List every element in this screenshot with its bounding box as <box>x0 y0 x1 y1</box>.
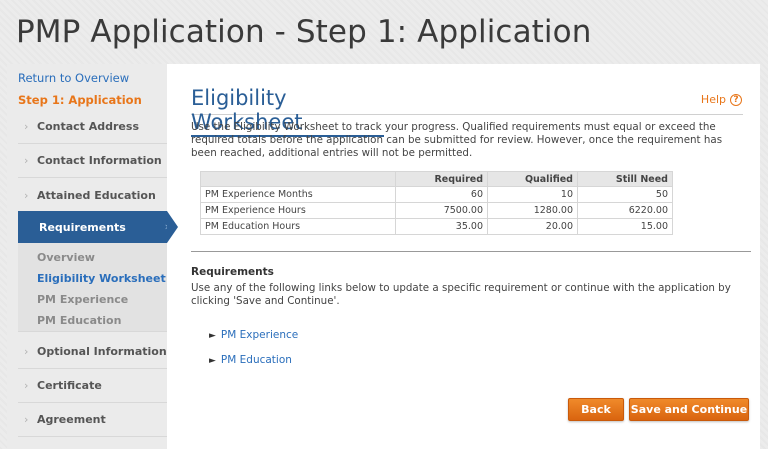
row-label: PM Education Hours <box>200 218 396 235</box>
column-header: Required <box>395 171 488 187</box>
sidebar-item-contact-information[interactable]: › Contact Information <box>18 144 167 178</box>
cell-required: 35.00 <box>395 218 488 235</box>
cell-required: 60 <box>395 186 488 203</box>
sidebar-item-label: Optional Information <box>37 345 167 358</box>
help-label: Help <box>700 93 726 106</box>
table-row: PM Experience Hours 7500.00 1280.00 6220… <box>200 202 673 219</box>
row-label: PM Experience Hours <box>200 202 396 219</box>
cell-still-need: 15.00 <box>577 218 673 235</box>
table-row: PM Experience Months 60 10 50 <box>200 186 673 203</box>
sidebar-item-label: Attained Education <box>37 188 156 202</box>
sidebar-item-attained-education[interactable]: › Attained Education <box>18 178 167 212</box>
subnav-pm-education[interactable]: PM Education <box>37 314 121 327</box>
sidebar-item-label: Contact Address <box>37 120 139 133</box>
back-button[interactable]: Back <box>568 398 624 421</box>
sidebar-item-label: Certificate <box>37 379 102 392</box>
help-link[interactable]: Help ? <box>701 93 742 106</box>
section-divider <box>191 251 751 252</box>
column-header <box>200 171 396 187</box>
requirements-text: Use any of the following links below to … <box>191 282 731 307</box>
cell-qualified: 20.00 <box>487 218 578 235</box>
link-label: PM Experience <box>220 329 299 341</box>
table-header-row: Required Qualified Still Need <box>200 171 673 187</box>
help-circle-icon: ? <box>730 93 742 106</box>
pm-experience-link[interactable]: ► PM Experience <box>209 329 298 341</box>
chevron-right-icon: › <box>24 154 29 167</box>
subnav-eligibility-worksheet[interactable]: Eligibility Worksheet <box>37 272 166 285</box>
requirements-heading: Requirements <box>191 266 274 278</box>
save-and-continue-button[interactable]: Save and Continue <box>629 398 749 421</box>
sidebar-item-label: Agreement <box>37 413 106 426</box>
sidebar-item-contact-address[interactable]: › Contact Address <box>18 110 167 144</box>
table-row: PM Education Hours 35.00 20.00 15.00 <box>200 218 673 235</box>
pm-education-link[interactable]: ► PM Education <box>209 354 292 366</box>
return-to-overview-link[interactable]: Return to Overview <box>18 71 129 85</box>
chevron-right-icon: › <box>24 379 29 392</box>
cell-qualified: 1280.00 <box>487 202 578 219</box>
content-panel: Return to Overview Step 1: Application ›… <box>7 64 760 449</box>
chevron-right-icon: › <box>24 413 29 426</box>
column-header: Qualified <box>487 171 578 187</box>
chevron-right-icon: › <box>24 120 29 133</box>
sidebar-item-requirements[interactable]: Requirements › <box>18 211 169 243</box>
sidebar-item-optional-information[interactable]: › Optional Information <box>18 335 167 369</box>
cell-still-need: 6220.00 <box>577 202 673 219</box>
intro-text: Use the Eligibility Worksheet to track y… <box>191 121 723 159</box>
sidebar: Return to Overview Step 1: Application ›… <box>7 64 169 449</box>
requirements-subnav: Overview Eligibility Worksheet PM Experi… <box>18 243 167 332</box>
cell-qualified: 10 <box>487 186 578 203</box>
triangle-right-icon: ► <box>209 356 216 366</box>
sidebar-item-agreement[interactable]: › Agreement <box>18 403 167 437</box>
cell-required: 7500.00 <box>395 202 488 219</box>
sidebar-item-certificate[interactable]: › Certificate <box>18 369 167 403</box>
eligibility-table: Required Qualified Still Need PM Experie… <box>200 171 673 235</box>
main-content: Eligibility Worksheet Help ? Use the Eli… <box>167 64 760 449</box>
sidebar-item-label: Contact Information <box>37 154 162 167</box>
current-step-label: Step 1: Application <box>18 93 142 107</box>
chevron-right-icon: › <box>24 188 29 202</box>
sidebar-item-label: Requirements <box>39 220 126 234</box>
link-label: PM Education <box>220 354 292 366</box>
cell-still-need: 50 <box>577 186 673 203</box>
chevron-right-icon: › <box>24 345 29 358</box>
subnav-overview[interactable]: Overview <box>37 251 95 264</box>
row-label: PM Experience Months <box>200 186 396 203</box>
page-title: PMP Application - Step 1: Application <box>16 14 592 50</box>
subnav-pm-experience[interactable]: PM Experience <box>37 293 128 306</box>
column-header: Still Need <box>577 171 673 187</box>
triangle-right-icon: ► <box>209 331 216 341</box>
